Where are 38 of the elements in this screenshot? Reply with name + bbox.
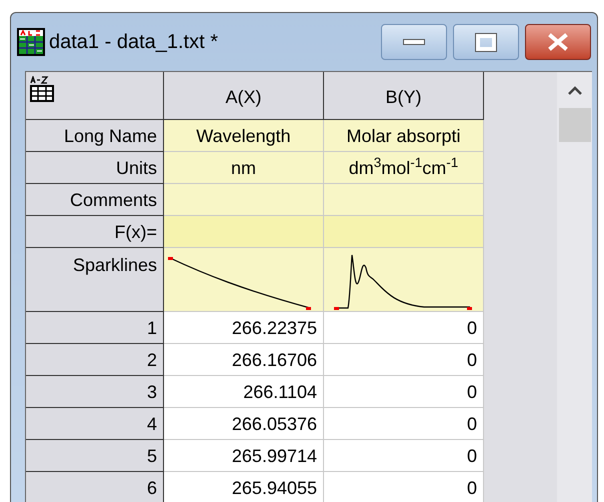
select-all-icon[interactable] [30,76,54,102]
maximize-button[interactable] [453,24,519,60]
table-cell: 265.99714 [164,440,324,472]
column-header[interactable]: B(Y) [324,72,484,120]
row-number: 1 [26,312,164,344]
row-label: Sparklines [26,248,164,312]
table-cell: 0 [324,312,484,344]
window-title: data1 - data_1.txt * [49,30,218,55]
row-label: Comments [26,184,164,216]
table-cell: 0 [324,408,484,440]
table-cell: 0 [324,472,484,502]
table-cell: 266.22375 [164,312,324,344]
label-cell: Wavelength [164,120,324,152]
table-cell: 266.1104 [164,376,324,408]
row-label: Units [26,152,164,184]
minimize-button[interactable] [381,24,447,60]
column-header[interactable]: A(X) [164,72,324,120]
row-number: 4 [26,408,164,440]
label-cell: nm [164,152,324,184]
table-cell: 0 [324,440,484,472]
table-cell: 0 [324,344,484,376]
row-label: Long Name [26,120,164,152]
worksheet-icon [17,28,45,56]
row-number: 5 [26,440,164,472]
label-cell: dm$^{3}$mol$^{-1}$cm$^{-1}$ [324,152,484,184]
row-label: F(x)= [26,216,164,248]
scrollbar-thumb[interactable] [558,108,590,142]
close-icon[interactable] [547,33,569,51]
close-button[interactable] [525,24,591,60]
table-cell: 0 [324,376,484,408]
table-cell: 266.16706 [164,344,324,376]
table-cell: 266.05376 [164,408,324,440]
scroll-up-icon[interactable] [566,86,582,96]
row-number: 3 [26,376,164,408]
label-cell: Molar absorpti [324,120,484,152]
row-number: 2 [26,344,164,376]
scrollbar[interactable] [557,72,592,502]
table-cell: 265.94055 [164,472,324,502]
